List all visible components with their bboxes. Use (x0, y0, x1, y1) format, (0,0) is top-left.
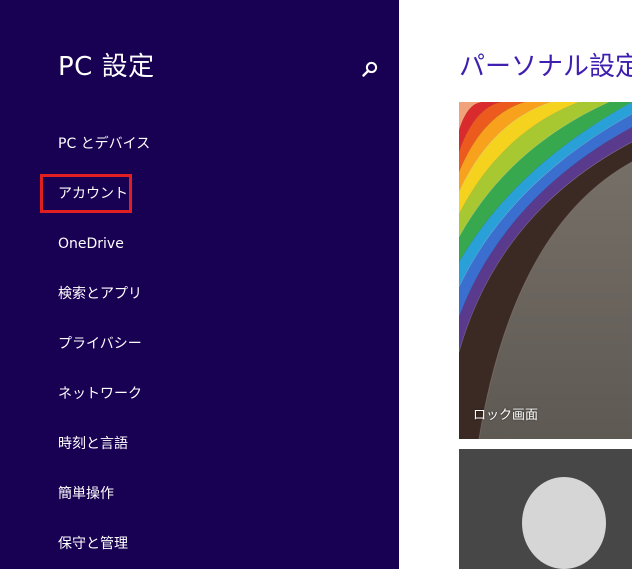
lock-screen-background-image (459, 102, 632, 439)
search-icon (362, 61, 378, 77)
avatar (522, 477, 606, 569)
page-title: パーソナル設定 (459, 52, 632, 82)
sidebar-item-accounts[interactable]: アカウント (58, 184, 128, 204)
account-picture-tile[interactable] (459, 449, 632, 569)
lock-screen-tile[interactable]: ロック画面 (459, 102, 632, 439)
sidebar-item-search-and-apps[interactable]: 検索とアプリ (58, 284, 142, 304)
sidebar-item-network[interactable]: ネットワーク (58, 384, 142, 404)
lock-screen-tile-caption: ロック画面 (473, 408, 539, 423)
pc-settings-window: PC 設定 PC とデバイス アカウント OneDrive 検索とアプリ プライ… (0, 0, 632, 569)
sidebar-title: PC 設定 (58, 52, 155, 82)
sidebar: PC 設定 PC とデバイス アカウント OneDrive 検索とアプリ プライ… (0, 0, 399, 569)
main-panel: パーソナル設定 ロック画面 (399, 0, 632, 569)
sidebar-item-privacy[interactable]: プライバシー (58, 334, 142, 354)
sidebar-item-ease-of-access[interactable]: 簡単操作 (58, 484, 114, 504)
sidebar-item-onedrive[interactable]: OneDrive (58, 234, 124, 254)
sidebar-item-pc-and-devices[interactable]: PC とデバイス (58, 134, 150, 154)
sidebar-item-time-and-language[interactable]: 時刻と言語 (58, 434, 128, 454)
sidebar-item-update-and-recovery[interactable]: 保守と管理 (58, 534, 128, 554)
search-button[interactable] (359, 58, 381, 80)
